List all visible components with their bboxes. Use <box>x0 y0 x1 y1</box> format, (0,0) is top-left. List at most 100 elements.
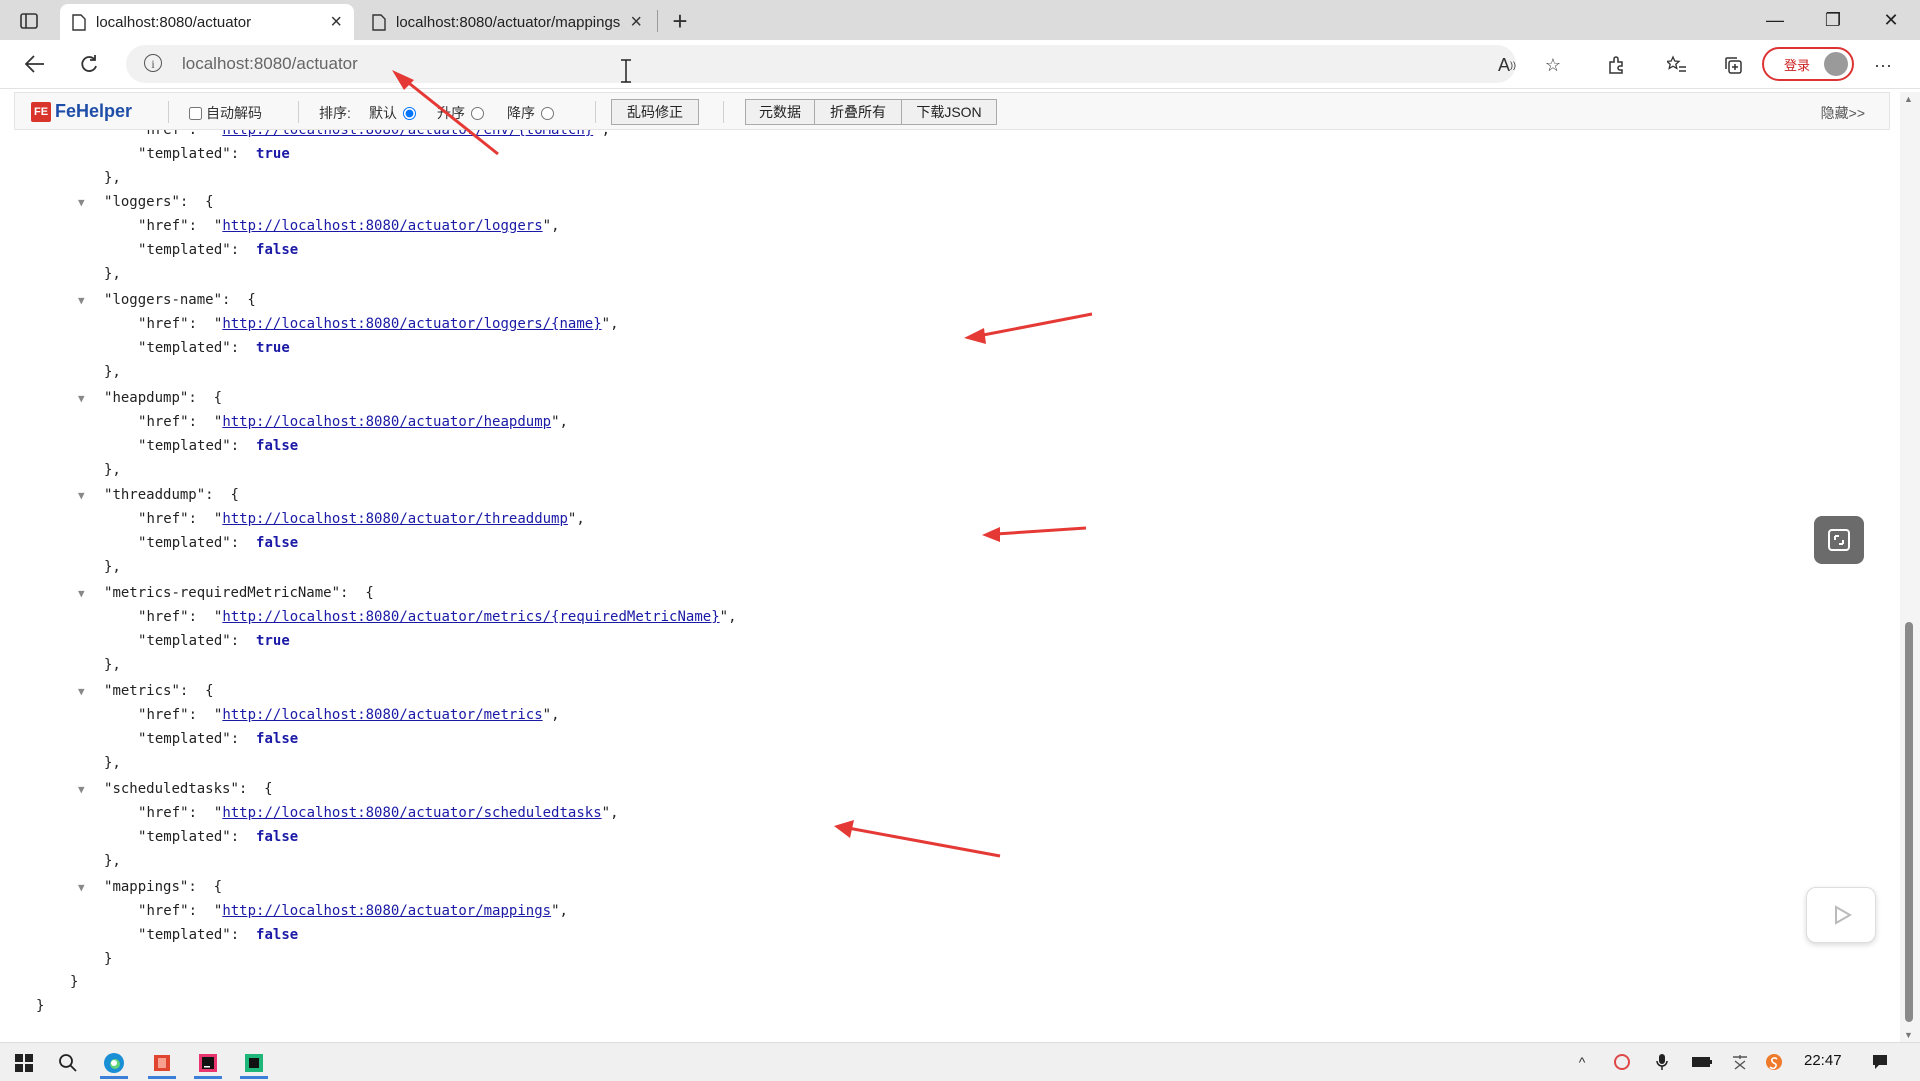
collapse-toggle-icon[interactable]: ▼ <box>78 587 85 600</box>
login-label: 登录 <box>1784 57 1811 73</box>
new-tab-button[interactable]: + <box>664 6 696 36</box>
endpoint-link[interactable]: http://localhost:8080/actuator/metrics <box>222 707 542 723</box>
start-windows-icon[interactable] <box>4 1047 44 1079</box>
read-aloud-icon[interactable]: A)) <box>1494 52 1520 78</box>
site-info-icon[interactable]: i <box>144 54 162 72</box>
url-input[interactable] <box>182 51 1082 77</box>
partial-href-link[interactable]: http://localhost:8080/actuator/env/{toMa… <box>222 130 593 138</box>
tab-mappings[interactable]: localhost:8080/actuator/mappings × <box>360 4 654 40</box>
sort-default-radio[interactable]: 默认 <box>369 103 420 123</box>
endpoint-link[interactable]: http://localhost:8080/actuator/threaddum… <box>222 511 568 527</box>
endpoint-link[interactable]: http://localhost:8080/actuator/heapdump <box>222 414 551 430</box>
back-button[interactable] <box>18 48 52 80</box>
json-close-brace: }, <box>104 657 121 673</box>
search-icon[interactable] <box>48 1047 88 1079</box>
sort-desc-radio-input[interactable] <box>541 106 554 120</box>
sort-asc-radio-input[interactable] <box>471 106 484 120</box>
minimize-button[interactable]: — <box>1746 0 1804 40</box>
favorite-star-icon[interactable]: ☆ <box>1540 52 1566 78</box>
intellij-idea-icon[interactable] <box>188 1047 228 1079</box>
download-json-button[interactable]: 下载JSON <box>901 99 997 125</box>
more-menu-icon[interactable]: ··· <box>1870 52 1896 78</box>
omnibox[interactable]: i <box>126 45 1516 83</box>
avatar <box>1824 52 1848 76</box>
page-scrollbar[interactable]: ▲ ▼ <box>1900 92 1920 1042</box>
templated-value: false <box>256 731 299 747</box>
json-viewer: "href": "http://localhost:8080/actuator/… <box>0 130 1900 1042</box>
collapse-all-button[interactable]: 折叠所有 <box>814 99 902 125</box>
profile-login-button[interactable]: 登录 <box>1762 47 1854 81</box>
video-play-float-button[interactable] <box>1806 887 1876 943</box>
json-href-line: "href": "http://localhost:8080/actuator/… <box>138 316 619 332</box>
metadata-button[interactable]: 元数据 <box>745 99 815 125</box>
notification-icon[interactable] <box>1868 1051 1892 1073</box>
refresh-button[interactable] <box>72 48 106 80</box>
collapse-toggle-icon[interactable]: ▼ <box>78 685 85 698</box>
templated-value: false <box>256 535 299 551</box>
json-href-line: "href": "http://localhost:8080/actuator/… <box>138 414 568 430</box>
sort-default-radio-input[interactable] <box>403 106 416 120</box>
tab-strip: localhost:8080/actuator × localhost:8080… <box>0 0 1920 40</box>
app-red-icon[interactable] <box>142 1047 182 1079</box>
collapse-toggle-icon[interactable]: ▼ <box>78 881 85 894</box>
sogou-input-icon[interactable] <box>1762 1051 1786 1073</box>
endpoint-link[interactable]: http://localhost:8080/actuator/loggers <box>222 218 542 234</box>
fehelper-toolbar: FE FeHelper 自动解码 排序: 默认 升序 降序 乱码修正 元数据 折… <box>14 92 1890 130</box>
collapse-toggle-icon[interactable]: ▼ <box>78 783 85 796</box>
page-icon <box>372 13 386 31</box>
tray-app-icon[interactable] <box>1610 1051 1634 1073</box>
maximize-button[interactable]: ❐ <box>1804 0 1862 40</box>
endpoint-link[interactable]: http://localhost:8080/actuator/mappings <box>222 903 551 919</box>
collapse-toggle-icon[interactable]: ▼ <box>78 392 85 405</box>
scroll-down-icon[interactable]: ▼ <box>1904 1030 1913 1040</box>
favorites-list-icon[interactable] <box>1664 52 1690 78</box>
json-key: loggers <box>112 194 172 210</box>
tab-actuator[interactable]: localhost:8080/actuator × <box>60 4 354 40</box>
app-green-icon[interactable] <box>234 1047 274 1079</box>
collections-icon[interactable] <box>1720 52 1746 78</box>
hide-toolbar-link[interactable]: 隐藏>> <box>1821 103 1865 123</box>
auto-decode-checkbox-input[interactable] <box>189 106 202 120</box>
json-key: scheduledtasks <box>112 781 231 797</box>
screenshot-float-button[interactable] <box>1814 516 1864 564</box>
json-href-line: "href": "http://localhost:8080/actuator/… <box>138 903 568 919</box>
tab-actions-icon[interactable] <box>12 8 46 34</box>
json-close-brace: }, <box>104 462 121 478</box>
json-templated-line: "templated": false <box>138 829 299 845</box>
links-close-brace: } <box>70 974 79 990</box>
json-key-line: "heapdump": { <box>104 390 223 406</box>
json-close-brace: }, <box>104 266 121 282</box>
microphone-icon[interactable] <box>1650 1051 1674 1073</box>
json-key-line: "scheduledtasks": { <box>104 781 273 797</box>
collapse-toggle-icon[interactable]: ▼ <box>78 294 85 307</box>
tab-title: localhost:8080/actuator <box>96 13 252 31</box>
json-templated-line: "templated": true <box>138 633 290 649</box>
battery-icon[interactable] <box>1690 1051 1714 1073</box>
tab-close-icon[interactable]: × <box>330 11 342 34</box>
collapse-toggle-icon[interactable]: ▼ <box>78 196 85 209</box>
collapse-toggle-icon[interactable]: ▼ <box>78 489 85 502</box>
templated-value: false <box>256 242 299 258</box>
scroll-thumb[interactable] <box>1905 622 1913 1022</box>
auto-decode-checkbox[interactable]: 自动解码 <box>189 103 262 123</box>
screenshot-icon <box>1828 529 1850 551</box>
close-window-button[interactable]: ✕ <box>1862 0 1920 40</box>
ime-icon[interactable] <box>1728 1051 1752 1073</box>
endpoint-link[interactable]: http://localhost:8080/actuator/scheduled… <box>222 805 601 821</box>
partial-href-line: "href": "http://localhost:8080/actuator/… <box>138 130 610 142</box>
chevron-up-icon[interactable]: ^ <box>1570 1051 1594 1073</box>
json-key-line: "mappings": { <box>104 879 223 895</box>
json-key: heapdump <box>112 390 180 406</box>
endpoint-link[interactable]: http://localhost:8080/actuator/metrics/{… <box>222 609 719 625</box>
endpoint-link[interactable]: http://localhost:8080/actuator/loggers/{… <box>222 316 601 332</box>
scroll-up-icon[interactable]: ▲ <box>1904 94 1913 104</box>
json-close-brace: }, <box>104 853 121 869</box>
fix-garbled-button[interactable]: 乱码修正 <box>611 99 699 125</box>
edge-browser-icon[interactable] <box>94 1047 134 1079</box>
json-key: metrics <box>112 683 172 699</box>
sort-desc-radio[interactable]: 降序 <box>507 103 558 123</box>
tab-close-icon[interactable]: × <box>630 11 642 34</box>
json-key: loggers-name <box>112 292 214 308</box>
sort-asc-radio[interactable]: 升序 <box>437 103 488 123</box>
extensions-icon[interactable] <box>1604 52 1630 78</box>
